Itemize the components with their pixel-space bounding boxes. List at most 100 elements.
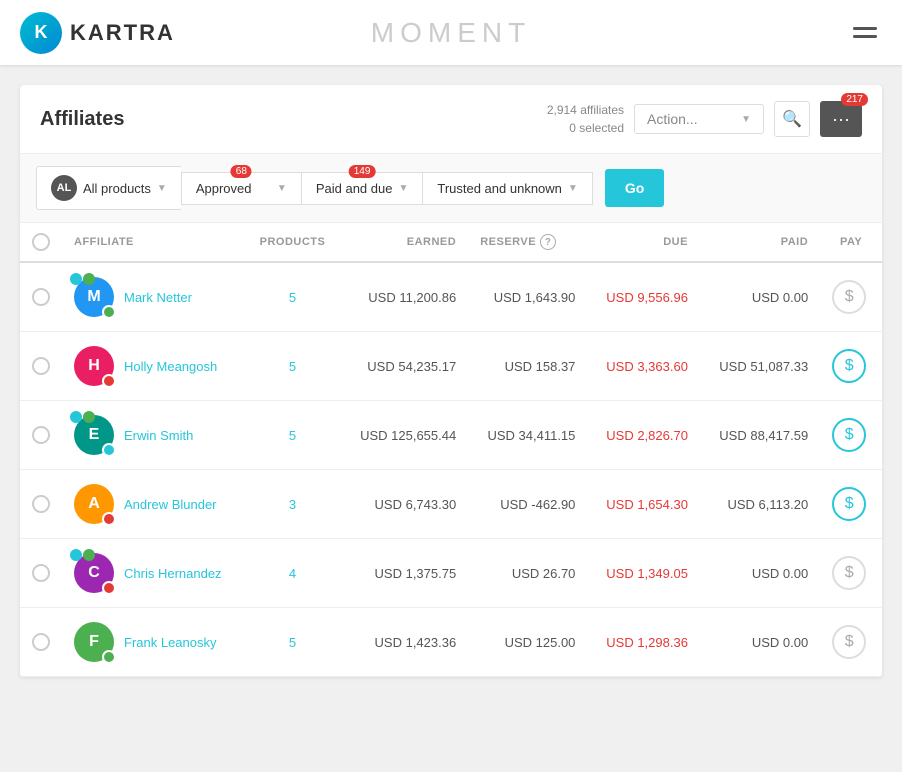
avatar-badge (102, 443, 116, 457)
pay-button[interactable]: $ (832, 418, 866, 452)
paid-cell: USD 6,113.20 (700, 470, 820, 539)
selected-label: 0 selected (569, 121, 624, 135)
all-products-label: All products (83, 181, 151, 196)
card-header: Affiliates 2,914 affiliates 0 selected A… (20, 85, 882, 154)
affiliate-cell: A Andrew Blunder (74, 484, 233, 524)
action-dropdown[interactable]: Action... ▼ (634, 104, 764, 134)
header-earned: EARNED (340, 223, 468, 262)
header-affiliate: AFFILIATE (62, 223, 245, 262)
pay-button[interactable]: $ (832, 625, 866, 659)
approved-badge: 68 (231, 165, 252, 178)
pay-cell: $ (820, 401, 882, 470)
affiliate-name[interactable]: Frank Leanosky (124, 635, 217, 650)
logo-text: KARTRA (70, 20, 175, 46)
avatar-badge (102, 512, 116, 526)
row-checkbox-1[interactable] (32, 357, 50, 375)
dollar-icon: $ (845, 357, 854, 375)
pay-cell: $ (820, 608, 882, 677)
header-checkbox (20, 223, 62, 262)
pay-button[interactable]: $ (832, 487, 866, 521)
paid-due-arrow-icon: ▼ (398, 183, 408, 194)
earned-cell: USD 54,235.17 (340, 332, 468, 401)
products-cell: 5 (245, 262, 341, 332)
filter-paid-due[interactable]: 149 Paid and due ▼ (301, 172, 423, 205)
action-label: Action... (647, 111, 698, 127)
pay-button[interactable]: $ (832, 556, 866, 590)
row-checkbox-4[interactable] (32, 564, 50, 582)
hamburger-menu[interactable] (848, 22, 882, 43)
products-cell: 5 (245, 332, 341, 401)
table-row: E Erwin Smith 5USD 125,655.44USD 34,411.… (20, 401, 882, 470)
affiliate-name[interactable]: Erwin Smith (124, 428, 193, 443)
row-checkbox-5[interactable] (32, 633, 50, 651)
earned-cell: USD 125,655.44 (340, 401, 468, 470)
filter-bar: AL All products ▼ 68 Approved ▼ 149 Paid… (20, 154, 882, 223)
select-all-checkbox[interactable] (32, 233, 50, 251)
pay-cell: $ (820, 262, 882, 332)
dollar-icon: $ (845, 495, 854, 513)
approved-label: Approved (196, 181, 252, 196)
affiliate-name[interactable]: Holly Meangosh (124, 359, 217, 374)
ellipsis-icon: ··· (832, 109, 850, 130)
affiliate-name[interactable]: Andrew Blunder (124, 497, 217, 512)
avatar-wrapper: C (74, 553, 114, 593)
trusted-arrow-icon: ▼ (568, 183, 578, 194)
header-due: DUE (587, 223, 700, 262)
table-header-row: AFFILIATE PRODUCTS EARNED RESERVE ? DUE … (20, 223, 882, 262)
earned-cell: USD 11,200.86 (340, 262, 468, 332)
affiliates-table: AFFILIATE PRODUCTS EARNED RESERVE ? DUE … (20, 223, 882, 677)
more-button[interactable]: 217 ··· (820, 101, 862, 137)
header-reserve: RESERVE ? (468, 223, 587, 262)
products-arrow-icon: ▼ (157, 183, 167, 194)
row-checkbox-2[interactable] (32, 426, 50, 444)
affiliate-cell: H Holly Meangosh (74, 346, 233, 386)
count-number: 2,914 affiliates (547, 101, 624, 119)
pay-button[interactable]: $ (832, 349, 866, 383)
table-row: A Andrew Blunder 3USD 6,743.30USD -462.9… (20, 470, 882, 539)
table-row: C Chris Hernandez 4USD 1,375.75USD 26.70… (20, 539, 882, 608)
paid-due-label: Paid and due (316, 181, 393, 196)
header-pay: PAY (820, 223, 882, 262)
go-button[interactable]: Go (605, 169, 664, 207)
header-products: PRODUCTS (245, 223, 341, 262)
reserve-cell: USD 1,643.90 (468, 262, 587, 332)
affiliates-count: 2,914 affiliates 0 selected (547, 101, 624, 137)
reserve-cell: USD 125.00 (468, 608, 587, 677)
search-icon: 🔍 (782, 109, 802, 129)
reserve-cell: USD 26.70 (468, 539, 587, 608)
dropdown-arrow-icon: ▼ (741, 114, 751, 125)
paid-cell: USD 0.00 (700, 608, 820, 677)
app-header: K KARTRA MOMENT (0, 0, 902, 65)
due-cell: USD 1,349.05 (587, 539, 700, 608)
pay-cell: $ (820, 470, 882, 539)
header-right: 2,914 affiliates 0 selected Action... ▼ … (547, 101, 862, 137)
affiliate-name[interactable]: Mark Netter (124, 290, 192, 305)
avatar-badge (102, 374, 116, 388)
dollar-icon: $ (845, 633, 854, 651)
table-row: M Mark Netter 5USD 11,200.86USD 1,643.90… (20, 262, 882, 332)
paid-cell: USD 51,087.33 (700, 332, 820, 401)
card-title: Affiliates (40, 108, 124, 131)
products-cell: 3 (245, 470, 341, 539)
dollar-icon: $ (845, 426, 854, 444)
avatar-badge (102, 305, 116, 319)
affiliate-cell: E Erwin Smith (74, 415, 233, 455)
due-cell: USD 1,298.36 (587, 608, 700, 677)
filter-approved[interactable]: 68 Approved ▼ (181, 172, 301, 205)
pay-button[interactable]: $ (832, 280, 866, 314)
avatar-wrapper: M (74, 277, 114, 317)
search-button[interactable]: 🔍 (774, 101, 810, 137)
paid-cell: USD 88,417.59 (700, 401, 820, 470)
table-row: F Frank Leanosky 5USD 1,423.36USD 125.00… (20, 608, 882, 677)
logo-area: K KARTRA (20, 12, 175, 54)
filter-trusted[interactable]: Trusted and unknown ▼ (422, 172, 592, 205)
avatar-badge (102, 581, 116, 595)
row-checkbox-0[interactable] (32, 288, 50, 306)
affiliate-name[interactable]: Chris Hernandez (124, 566, 222, 581)
paid-cell: USD 0.00 (700, 262, 820, 332)
reserve-info-icon[interactable]: ? (540, 234, 556, 250)
earned-cell: USD 6,743.30 (340, 470, 468, 539)
dollar-icon: $ (845, 288, 854, 306)
row-checkbox-3[interactable] (32, 495, 50, 513)
filter-all-products[interactable]: AL All products ▼ (36, 166, 181, 210)
